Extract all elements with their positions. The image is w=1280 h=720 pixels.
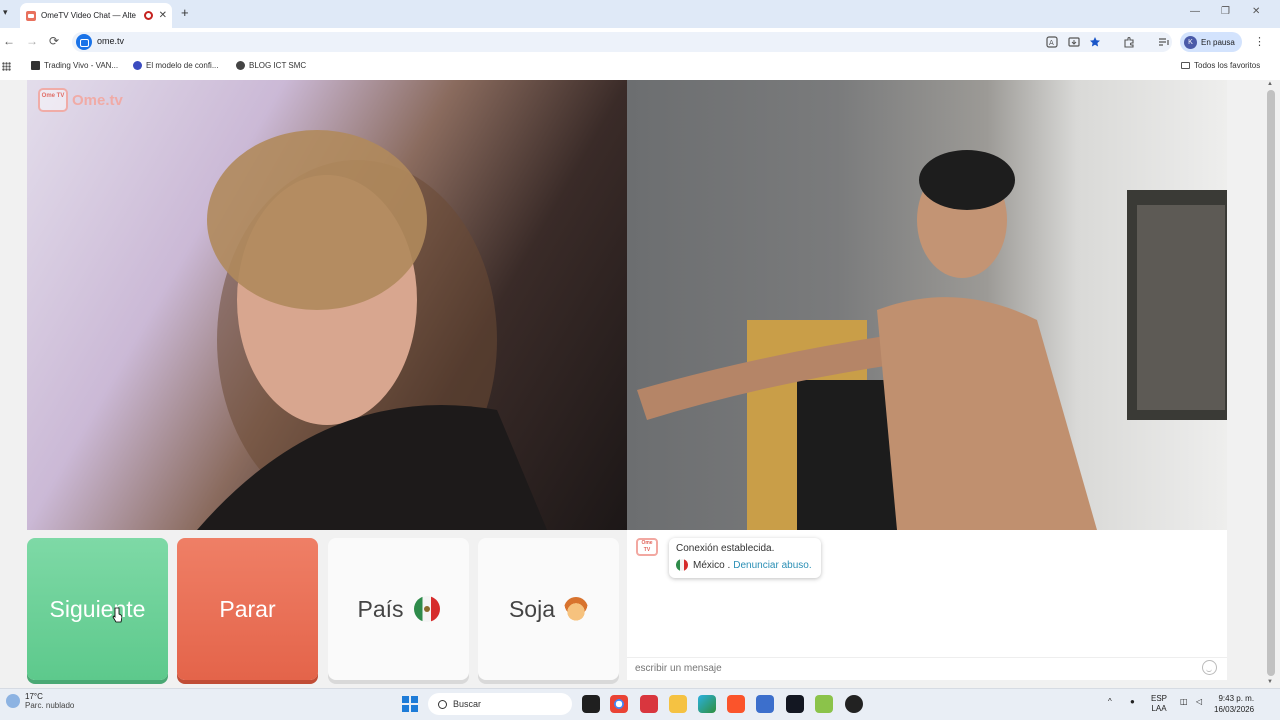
gender-filter-button[interactable]: Soja	[478, 538, 619, 680]
connection-status-text: Conexión establecida.	[676, 543, 775, 554]
message-input[interactable]	[627, 657, 1227, 679]
mexico-flag-icon	[676, 559, 688, 571]
microphone-icon[interactable]: ●	[1130, 697, 1135, 706]
temperature: 17°C	[25, 692, 43, 701]
ometv-tv-icon: Ome TV	[38, 88, 68, 112]
emoji-icon[interactable]	[1202, 660, 1217, 675]
weather-widget[interactable]: 17°C Parc. nublado	[6, 692, 74, 710]
system-message: Conexión establecida. México . Denunciar…	[669, 538, 821, 578]
network-icon[interactable]: ◫	[1180, 697, 1188, 706]
gender-button-label: Soja	[508, 595, 556, 622]
task-view-icon[interactable]	[582, 695, 600, 713]
trading-view-icon	[31, 61, 40, 70]
volume-icon[interactable]: ◁	[1196, 697, 1202, 706]
tradingview-icon[interactable]	[786, 695, 804, 713]
store-icon[interactable]	[756, 695, 774, 713]
new-tab-button[interactable]: +	[181, 5, 189, 20]
window-close-button[interactable]: ✕	[1252, 6, 1260, 17]
media-control-icon[interactable]	[1158, 36, 1170, 48]
remote-video-frame	[197, 130, 547, 530]
system-clock[interactable]: 9:43 p. m. 16/03/2026	[1214, 693, 1254, 715]
remote-video	[27, 80, 627, 530]
address-bar[interactable]	[72, 32, 1172, 52]
country-filter-button[interactable]: País	[328, 538, 469, 680]
bookmark-label: El modelo de confi...	[146, 61, 219, 70]
maximize-button[interactable]: ❐	[1221, 6, 1230, 17]
install-app-icon[interactable]	[1068, 36, 1080, 48]
extensions-icon[interactable]	[1123, 36, 1135, 48]
bookmark-modelo[interactable]: El modelo de confi...	[133, 61, 218, 70]
ometv-logo: Ome TV Ome.tv	[38, 88, 123, 112]
edge-icon[interactable]	[698, 695, 716, 713]
all-bookmarks-label: Todos los favoritos	[1194, 61, 1261, 70]
bookmarks-bar: Trading Vivo - VAN... El modelo de confi…	[0, 56, 1280, 76]
blog-icon	[236, 61, 245, 70]
tab-close-icon[interactable]: ✕	[159, 10, 167, 21]
ometv-tv-icon: Ome TV	[636, 538, 658, 556]
bookmark-label: Trading Vivo - VAN...	[44, 61, 119, 70]
apps-grid-icon[interactable]	[2, 62, 11, 71]
profile-status: En pausa	[1201, 37, 1235, 47]
minimize-button[interactable]: —	[1190, 6, 1200, 17]
svg-text:A: A	[1049, 39, 1054, 47]
ometv-favicon-icon	[26, 10, 36, 21]
tab-ometv[interactable]: OmeTV Video Chat — Alte ✕	[20, 3, 172, 28]
lang-layout: LAA	[1151, 704, 1167, 713]
mouse-cursor-icon	[112, 607, 122, 623]
windows-start-icon[interactable]	[402, 696, 418, 712]
app-dark-icon[interactable]	[845, 695, 863, 713]
bookmark-a-icon	[133, 61, 142, 70]
cloud-icon	[6, 694, 20, 708]
next-button-label: Siguiente	[49, 595, 146, 622]
scroll-down-icon[interactable]: ▼	[1267, 679, 1273, 685]
all-bookmarks-folder[interactable]: Todos los favoritos	[1181, 61, 1260, 70]
local-video	[627, 80, 1227, 530]
clock-time: 9:43 p. m.	[1218, 694, 1255, 703]
recording-indicator-icon	[143, 11, 153, 20]
tab-title: OmeTV Video Chat — Alte	[41, 11, 137, 20]
file-explorer-icon[interactable]	[669, 695, 687, 713]
stop-button[interactable]: Parar	[177, 538, 318, 680]
clock-date: 16/03/2026	[1214, 705, 1255, 714]
reload-button[interactable]: ⟳	[49, 34, 59, 48]
page-scrollbar[interactable]: ▲ ▼	[1263, 80, 1280, 688]
app-red-icon[interactable]	[640, 695, 658, 713]
bookmark-label: BLOG ICT SMC	[249, 61, 307, 70]
boy-emoji-icon	[564, 597, 589, 621]
bookmark-blog-ict[interactable]: BLOG ICT SMC	[236, 61, 306, 70]
avatar: K	[1184, 35, 1197, 49]
local-video-frame	[637, 150, 1227, 530]
forward-button[interactable]: →	[26, 34, 38, 48]
taskbar-search[interactable]: Buscar	[428, 693, 572, 715]
search-icon	[438, 699, 447, 709]
url-text[interactable]: ome.tv	[97, 36, 124, 46]
tray-chevron-icon[interactable]: ^	[1108, 697, 1112, 706]
lang-code: ESP	[1151, 694, 1168, 703]
translate-icon[interactable]: A	[1046, 36, 1058, 48]
back-button[interactable]: ←	[3, 34, 15, 48]
report-abuse-link[interactable]: Denunciar abuso.	[733, 560, 811, 571]
weather-condition: Parc. nublado	[25, 701, 75, 710]
brave-icon[interactable]	[727, 695, 745, 713]
scrollbar-thumb[interactable]	[1267, 90, 1275, 676]
folder-icon	[1181, 62, 1190, 69]
partner-country: México .	[693, 559, 731, 571]
country-button-label: País	[357, 595, 404, 622]
chrome-icon[interactable]	[610, 695, 628, 713]
language-indicator[interactable]: ESP LAA	[1151, 694, 1167, 714]
app-green-icon[interactable]	[815, 695, 833, 713]
mexico-flag-icon	[413, 596, 440, 622]
scroll-up-icon[interactable]: ▲	[1267, 81, 1273, 87]
logo-text: Ome.tv	[72, 91, 123, 109]
stop-button-label: Parar	[219, 595, 276, 622]
tab-bar	[0, 0, 1280, 28]
browser-menu-icon[interactable]: ⋮	[1254, 35, 1265, 48]
profile-button[interactable]: K En pausa	[1180, 32, 1242, 52]
next-button[interactable]: Siguiente	[27, 538, 168, 680]
site-info-icon[interactable]	[76, 34, 92, 50]
search-label: Buscar	[453, 699, 482, 709]
bookmark-trading-vivo[interactable]: Trading Vivo - VAN...	[31, 61, 118, 70]
tab-search-chevron-icon[interactable]: ▾	[3, 7, 8, 18]
bookmark-star-icon[interactable]	[1089, 36, 1101, 48]
